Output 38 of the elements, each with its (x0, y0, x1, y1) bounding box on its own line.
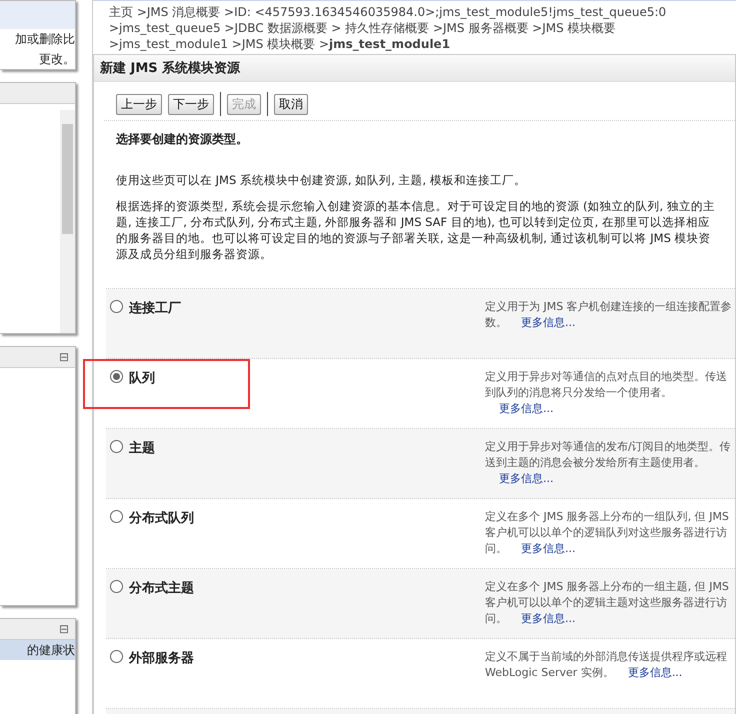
option-label: 外部服务器 (129, 650, 194, 667)
sidebar-text: 加或删除比 (0, 29, 75, 49)
section-heading: 选择要创建的资源类型。 (116, 131, 249, 148)
wizard-button[interactable]: 上一步 (116, 94, 162, 114)
option-description: 定义用于异步对等通信的点对点目的地类型。传送到队列的消息将只分发给一个使用者。 更多信息... (485, 369, 728, 417)
breadcrumb: 主页 >JMS 消息概要 >ID: <457593.1634546035984.0>;jms_test_module5!jms_test_queue5:0 >jms_test_queue5 >JDBC 数据源概要 > 持久性存储概要 >JMS 服务器概要 >JMS 模块概要 >jms_test_module1 >JMS 模块概要 >jms_test_module1 (93, 0, 736, 52)
option-description: 定义不属于当前域的外部消息传送提供程序或远程 WebLogic Server 实例。 更多信息... (485, 649, 728, 681)
more-info-link[interactable]: 更多信息... (628, 666, 682, 679)
description-text: 根据选择的资源类型, 系统会提示您输入创建资源的基本信息。对于可设定目的地的资源 (如独立的队列, 独立的主题, 连接工厂, 分布式队列, 分布式主题, 外部服务器和 JMS SAF 目的地), 也可以转到定位页, 在那里可以选择相应的服务器目的地。也可以将可设定目的地的资源与子部署关联, 这是一种高级机制, 通过该机制可以将 JMS 模块资源及成员分组到服务器资源。 (116, 198, 716, 262)
wizard-button[interactable]: 下一步 (168, 94, 214, 114)
radio-button[interactable] (110, 440, 123, 453)
sidebar-text: 更改。 (0, 49, 75, 69)
option-label: 主题 (129, 440, 155, 457)
radio-button[interactable] (110, 300, 123, 313)
panel-title: 新建 JMS 系统模块资源 (94, 55, 735, 82)
more-info-link[interactable]: 更多信息... (499, 402, 554, 415)
radio-button[interactable] (110, 650, 123, 663)
collapse-toggle[interactable]: ⊟ (58, 622, 69, 636)
radio-button[interactable] (110, 510, 123, 523)
radio-button[interactable] (110, 370, 123, 383)
wizard-button[interactable]: 取消 (274, 94, 308, 114)
option-label: 队列 (129, 370, 155, 387)
radio-button[interactable] (110, 580, 123, 593)
option-description: 定义在多个 JMS 服务器上分布的一组队列, 但 JMS 客户机可以以单个的逻辑队列对这些服务器进行访问。 更多信息... (485, 509, 730, 557)
collapse-toggle[interactable]: ⊟ (58, 350, 69, 364)
description-text: 使用这些页可以在 JMS 系统模块中创建资源, 如队列, 主题, 模板和连接工厂。 (116, 172, 527, 188)
more-info-link[interactable]: 更多信息... (499, 472, 554, 485)
option-label: 分布式队列 (129, 510, 194, 527)
option-description: 定义在多个 JMS 服务器上分布的一组主题, 但 JMS 客户机可以以单个的逻辑主题对这些服务器进行访问。 更多信息... (485, 579, 730, 627)
sidebar-text: 的健康状 (0, 640, 75, 660)
more-info-link[interactable]: 更多信息... (521, 316, 576, 329)
more-info-link[interactable]: 更多信息... (521, 612, 576, 625)
option-label: 连接工厂 (129, 300, 181, 317)
option-description: 定义用于为 JMS 客户机创建连接的一组连接配置参数。 更多信息... (485, 299, 733, 331)
option-label: 分布式主题 (129, 580, 194, 597)
option-description: 定义用于异步对等通信的发布/订阅目的地类型。传送到主题的消息会被分发给所有主题使用者。 更多信息... (485, 439, 732, 487)
scrollbar[interactable] (60, 110, 75, 333)
more-info-link[interactable]: 更多信息... (521, 542, 576, 555)
